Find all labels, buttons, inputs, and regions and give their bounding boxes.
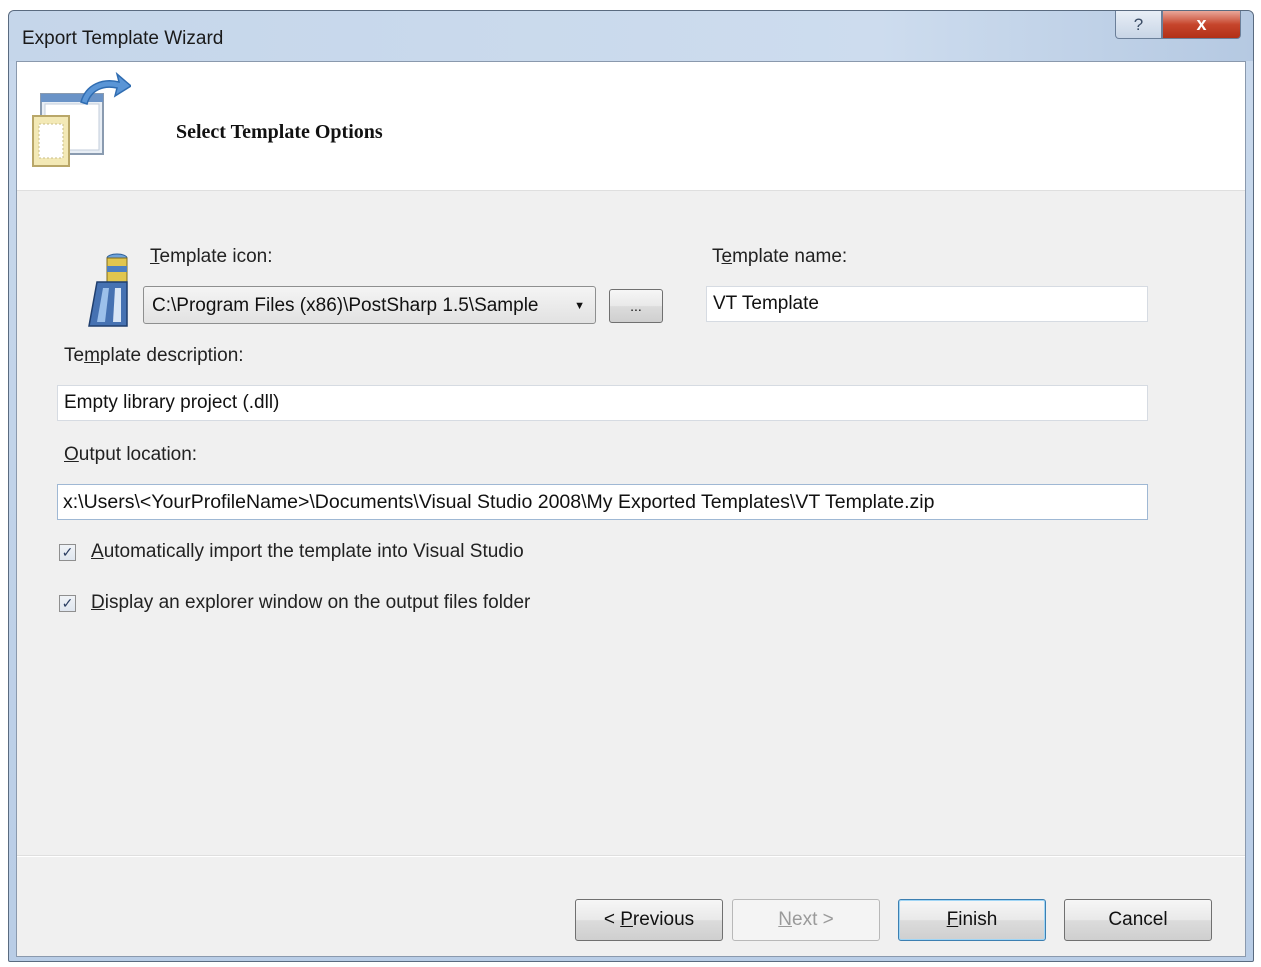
chevron-down-icon: ▼ — [574, 300, 585, 312]
button-bar-separator — [17, 855, 1245, 857]
auto-import-checkbox[interactable]: ✓ — [59, 544, 76, 561]
wizard-header: Select Template Options — [17, 62, 1245, 191]
title-bar[interactable]: Export Template Wizard ? x — [9, 11, 1253, 61]
output-location-label: Output location: — [64, 444, 198, 465]
export-template-wizard-window: Export Template Wizard ? x Select Templa… — [8, 10, 1254, 962]
wizard-export-icon — [32, 71, 131, 167]
browse-icon-button[interactable]: ... — [609, 289, 663, 323]
output-location-field[interactable]: x:\Users\<YourProfileName>\Documents\Vis… — [57, 484, 1148, 520]
finish-button[interactable]: Finish — [898, 899, 1046, 941]
help-button[interactable]: ? — [1115, 11, 1162, 39]
cancel-button[interactable]: Cancel — [1064, 899, 1212, 941]
previous-button[interactable]: < Previous — [575, 899, 723, 941]
auto-import-label[interactable]: Automatically import the template into V… — [91, 541, 524, 563]
template-preview-icon — [88, 253, 128, 327]
window-title: Export Template Wizard — [22, 28, 224, 49]
next-button[interactable]: Next > — [732, 899, 880, 941]
help-icon: ? — [1133, 14, 1144, 34]
display-explorer-label[interactable]: Display an explorer window on the output… — [91, 592, 530, 614]
close-icon: x — [1196, 14, 1207, 34]
template-name-field[interactable]: VT Template — [706, 286, 1148, 322]
display-explorer-checkbox[interactable]: ✓ — [59, 595, 76, 612]
page-title: Select Template Options — [176, 121, 383, 143]
template-description-label: Template description: — [64, 345, 244, 366]
wizard-content: Select Template Options Template icon: C… — [16, 61, 1246, 957]
template-name-label: Template name: — [712, 246, 848, 267]
template-icon-value: C:\Program Files (x86)\PostSharp 1.5\Sam… — [152, 295, 539, 316]
close-button[interactable]: x — [1162, 11, 1241, 39]
template-icon-select[interactable]: C:\Program Files (x86)\PostSharp 1.5\Sam… — [143, 286, 596, 324]
template-description-field[interactable]: Empty library project (.dll) — [57, 385, 1148, 421]
template-icon-label: Template icon: — [150, 246, 273, 267]
